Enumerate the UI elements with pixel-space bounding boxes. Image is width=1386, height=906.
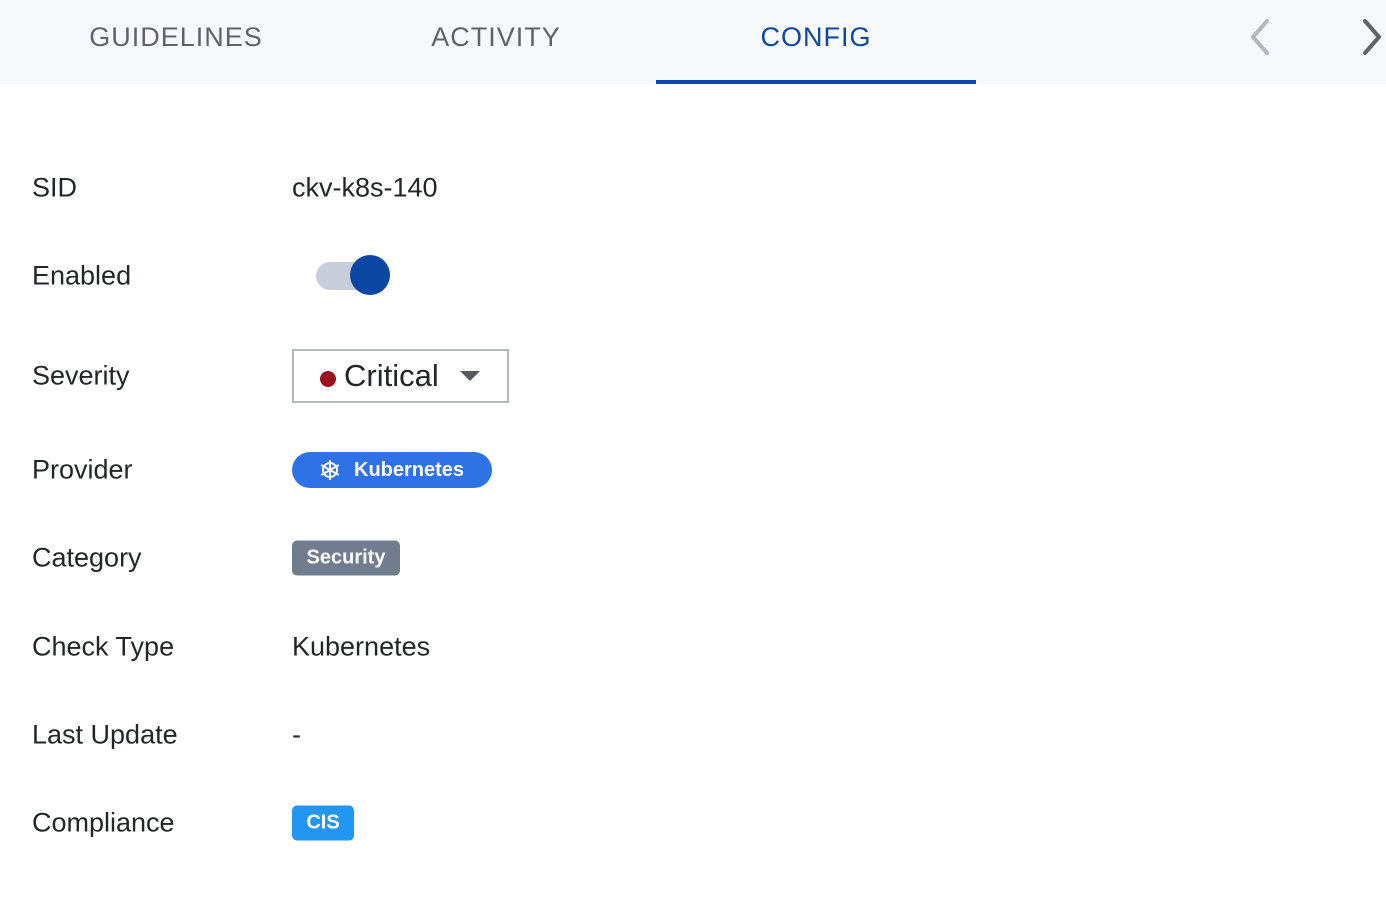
severity-label: Severity <box>32 360 130 391</box>
compliance-badge: CIS <box>292 805 354 841</box>
severity-select[interactable]: Critical <box>292 349 509 403</box>
provider-label: Provider <box>32 454 133 485</box>
tab-guidelines[interactable]: GUIDELINES <box>16 0 336 84</box>
severity-row: Severity Critical <box>32 346 1352 406</box>
compliance-row: Compliance CIS <box>32 793 1352 853</box>
next-tab-button[interactable] <box>1352 12 1386 62</box>
prev-tab-button[interactable] <box>1240 12 1280 62</box>
chevron-left-icon <box>1251 19 1269 55</box>
severity-dot-icon <box>320 371 336 387</box>
tab-activity[interactable]: ACTIVITY <box>336 0 656 84</box>
compliance-label: Compliance <box>32 807 175 838</box>
check-type-label: Check Type <box>32 631 175 662</box>
category-badge: Security <box>292 540 400 576</box>
tab-config[interactable]: CONFIG <box>656 0 976 84</box>
enabled-row: Enabled <box>32 246 1352 306</box>
caret-down-icon <box>460 371 480 381</box>
sid-value: ckv-k8s-140 <box>292 172 438 203</box>
category-row: Category Security <box>32 528 1352 588</box>
enabled-label: Enabled <box>32 260 132 291</box>
tab-bar: GUIDELINES ACTIVITY CONFIG <box>0 0 1386 84</box>
last-update-row: Last Update - <box>32 705 1352 765</box>
provider-badge: Kubernetes <box>292 452 492 488</box>
check-type-value: Kubernetes <box>292 631 431 662</box>
enabled-toggle[interactable] <box>316 255 392 297</box>
kubernetes-icon <box>318 458 342 482</box>
sid-row: SID ckv-k8s-140 <box>32 158 1352 218</box>
sid-label: SID <box>32 172 78 203</box>
last-update-value: - <box>292 719 301 750</box>
last-update-label: Last Update <box>32 719 178 750</box>
provider-value: Kubernetes <box>354 458 465 481</box>
toggle-knob <box>350 255 390 295</box>
provider-row: Provider Kubernetes <box>32 440 1352 500</box>
severity-value: Critical <box>344 358 439 393</box>
chevron-right-icon <box>1363 19 1381 55</box>
category-label: Category <box>32 542 142 573</box>
check-type-row: Check Type Kubernetes <box>32 617 1352 677</box>
